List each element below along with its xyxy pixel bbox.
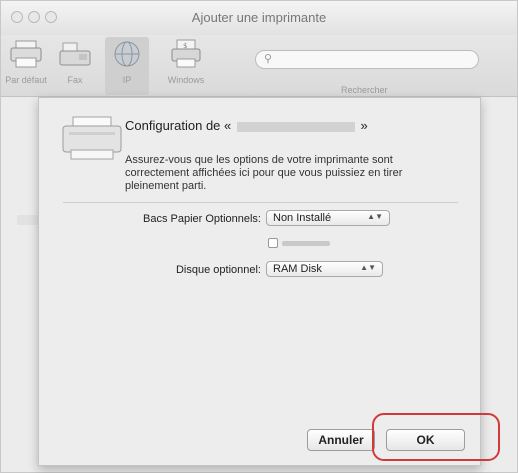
printer-name-redacted — [236, 121, 355, 132]
configuration-description: Assurez-vous que les options de votre im… — [125, 154, 403, 192]
optional-disk-value: RAM Disk — [273, 263, 322, 275]
fax-icon — [59, 42, 91, 66]
window-title: Ajouter une imprimante — [191, 10, 327, 25]
toolbar-item-windows[interactable]: $ Windows — [161, 39, 211, 85]
highlight-annotation — [372, 413, 500, 461]
toolbar: Par défaut Fax IP $ Windows ⚲ Rechercher — [1, 35, 517, 97]
windows-printer-icon: $ — [171, 39, 201, 68]
divider — [63, 202, 458, 203]
option-checkbox[interactable] — [268, 238, 278, 248]
toolbar-item-label: Par défaut — [5, 75, 47, 85]
optional-disk-label: Disque optionnel: — [175, 264, 261, 276]
search-label: Rechercher — [341, 85, 388, 95]
optional-trays-popup[interactable]: Non Installé ▲▼ — [266, 210, 390, 226]
toolbar-item-ip[interactable]: IP — [105, 37, 149, 95]
printer-icon — [62, 116, 122, 160]
popup-arrows-icon: ▲▼ — [360, 263, 376, 272]
toolbar-item-default[interactable]: Par défaut — [3, 39, 49, 85]
toolbar-item-label: Fax — [67, 75, 83, 85]
cancel-button[interactable]: Annuler — [307, 429, 375, 451]
configuration-title: Configuration de « » — [125, 118, 368, 133]
optional-trays-value: Non Installé — [273, 212, 332, 224]
printer-icon — [10, 40, 42, 68]
popup-arrows-icon: ▲▼ — [367, 212, 383, 221]
optional-disk-popup[interactable]: RAM Disk ▲▼ — [266, 261, 383, 277]
optional-trays-label: Bacs Papier Optionnels: — [142, 213, 261, 225]
toolbar-item-label: IP — [122, 75, 132, 85]
search-icon: ⚲ — [264, 53, 273, 65]
globe-icon — [114, 41, 140, 67]
title-bar: Ajouter une imprimante — [1, 1, 517, 35]
toolbar-item-fax[interactable]: Fax — [56, 39, 94, 85]
configuration-title-prefix: Configuration de « — [125, 118, 232, 133]
toolbar-item-label: Windows — [167, 75, 205, 85]
configuration-sheet: Configuration de « » Assurez-vous que le… — [38, 97, 481, 466]
checkbox-label-redacted — [282, 241, 330, 246]
configuration-title-suffix: » — [360, 118, 368, 133]
search-field[interactable]: ⚲ — [255, 50, 479, 69]
add-printer-window: Ajouter une imprimante Par défaut Fax IP… — [0, 0, 518, 473]
